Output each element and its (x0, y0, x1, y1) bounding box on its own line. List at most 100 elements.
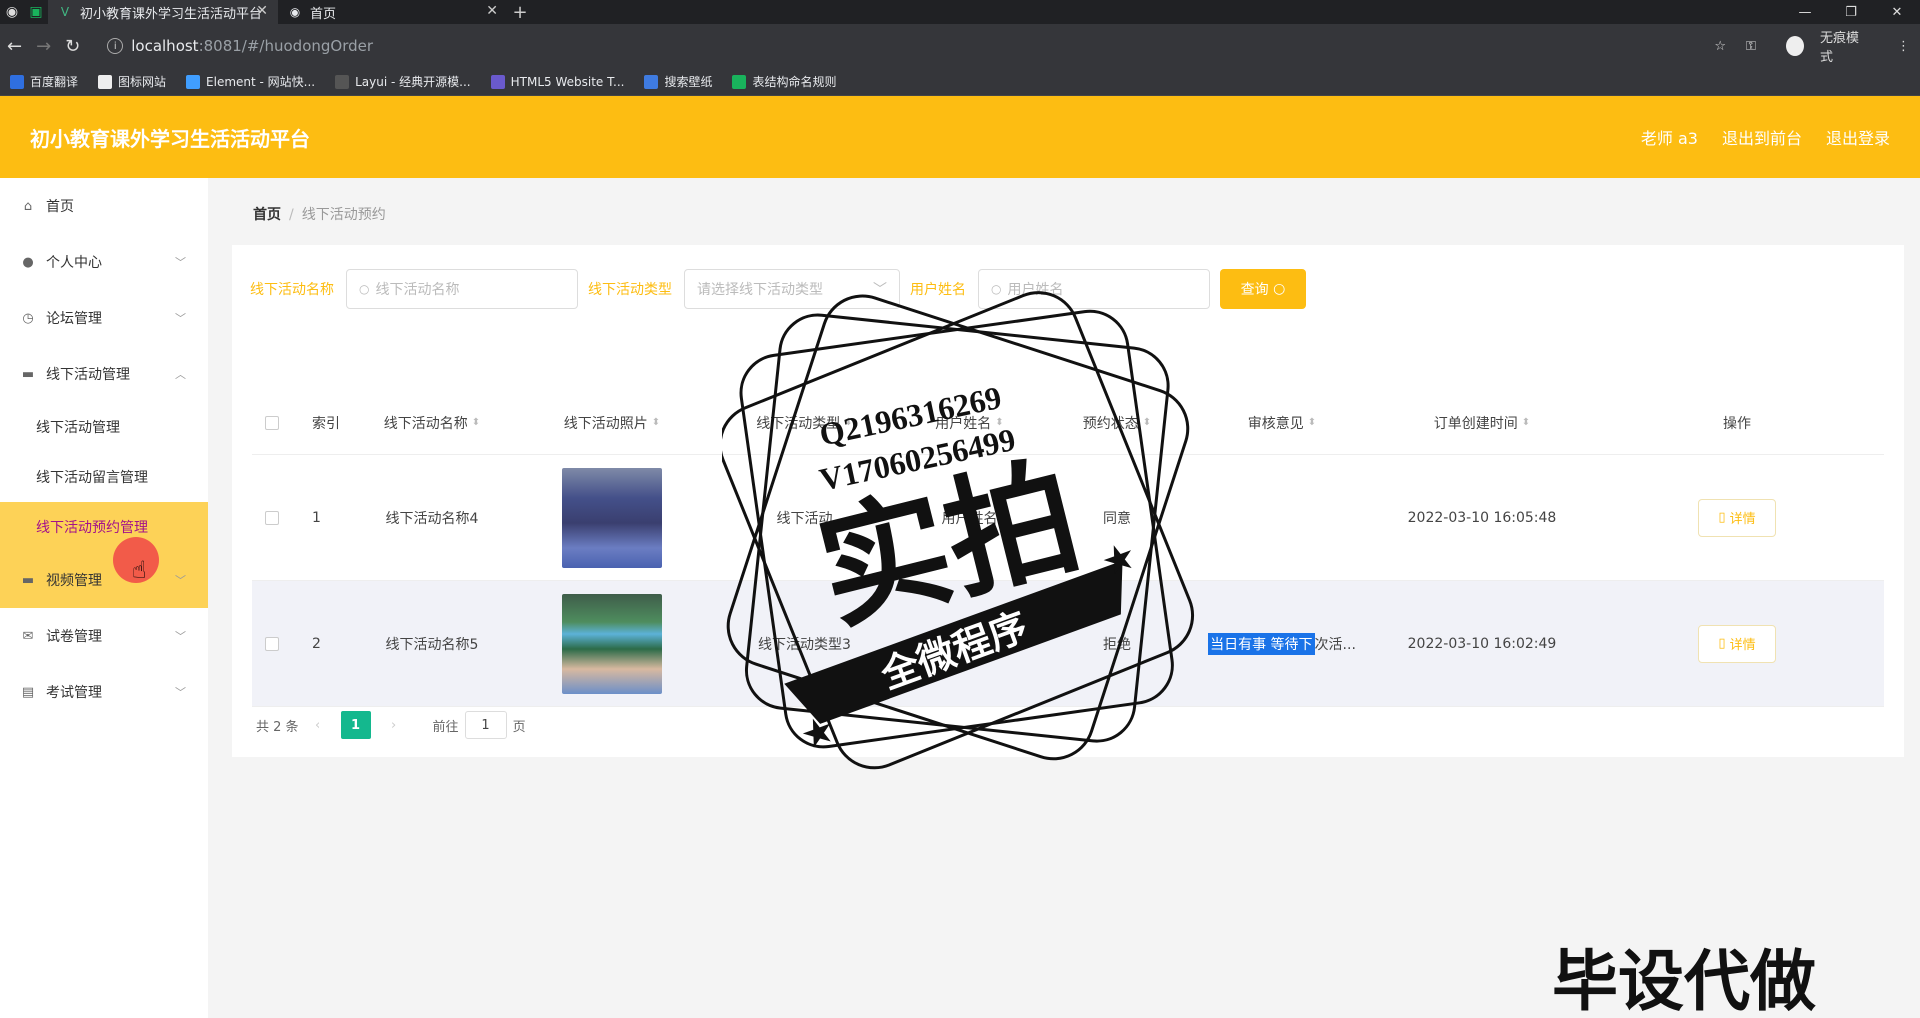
reload-icon[interactable]: ↻ (58, 36, 87, 57)
green-app-icon[interactable]: ▣ (24, 0, 48, 24)
sidebar-item-profile[interactable]: ● 个人中心 ﹀ (0, 234, 208, 290)
sidebar-item-home[interactable]: ⌂ 首页 (0, 178, 208, 234)
bookmark-item[interactable]: 百度翻译 (10, 73, 78, 90)
col-op: 操作 (1592, 413, 1882, 433)
header-label: 线下活动名称 (383, 415, 468, 432)
logout-link[interactable]: 退出登录 (1826, 125, 1890, 149)
bookmark-item[interactable]: 搜索壁纸 (644, 73, 712, 90)
query-button[interactable]: 查询 ○ (1220, 269, 1306, 309)
corner-watermark-text: 毕设代做 (1552, 943, 1816, 1018)
sort-icon[interactable]: ⬍ (1522, 417, 1530, 428)
bookmark-item[interactable]: HTML5 Website T... (490, 74, 625, 89)
col-photo[interactable]: 线下活动照片 ⬍ (512, 413, 712, 433)
sidebar-item-paper[interactable]: ✉ 试卷管理 ﹀ (0, 608, 208, 664)
sidebar-item-offline-activity[interactable]: ▬ 线下活动管理 ︿ (0, 346, 208, 402)
bookmark-item[interactable]: 图标网站 (98, 73, 166, 90)
key-icon[interactable]: ⚿ (1746, 39, 1756, 54)
sidebar-item-forum[interactable]: ◷ 论坛管理 ﹀ (0, 290, 208, 346)
bookmark-item[interactable]: 表结构命名规则 (732, 73, 836, 90)
document-icon: ▯ (1718, 636, 1726, 651)
bookmark-label: HTML5 Website T... (510, 74, 625, 89)
activity-name-placeholder: 线下活动名称 (375, 282, 460, 298)
close-tab-icon[interactable]: ✕ (486, 3, 498, 19)
header-label: 订单创建时间 (1433, 415, 1518, 432)
detail-button[interactable]: ▯ 详情 (1698, 498, 1776, 537)
breadcrumb-current: 线下活动预约 (301, 207, 386, 223)
address-bar: ← → ↻ i localhost:8081/#/huodongOrder ☆ … (0, 24, 1920, 68)
activity-photo[interactable] (562, 467, 662, 568)
activity-name-input[interactable]: ○ 线下活动名称 (346, 269, 578, 309)
user-icon: ● (22, 254, 34, 270)
sidebar-item-exam[interactable]: ▤ 考试管理 ﹀ (0, 664, 208, 720)
new-tab-icon[interactable]: + (508, 2, 532, 23)
select-all-checkbox[interactable] (265, 415, 279, 430)
col-time[interactable]: 订单创建时间 ⬍ (1372, 413, 1592, 433)
sidebar-subitem-activity-comment[interactable]: 线下活动留言管理 (0, 452, 208, 502)
bookmark-label: Element - 网站快... (206, 75, 316, 89)
sidebar-item-label: 考试管理 (46, 685, 102, 701)
forward-icon[interactable]: → (29, 36, 58, 57)
incognito-indicator[interactable]: 无痕模式 (1776, 27, 1877, 65)
back-icon[interactable]: ← (0, 36, 29, 57)
sidebar-item-video[interactable]: ▬ 视频管理 ﹀ (0, 552, 208, 608)
bookmark-label: 百度翻译 (30, 75, 79, 89)
bookmark-item[interactable]: Element - 网站快... (186, 73, 315, 90)
browser-tab-home[interactable]: ◉ 首页 ✕ (278, 0, 508, 24)
close-window-icon[interactable]: ✕ (1874, 0, 1920, 24)
bookmarks-bar: 百度翻译 图标网站 Element - 网站快... Layui - 经典开源模… (0, 68, 1920, 96)
col-name[interactable]: 线下活动名称 ⬍ (352, 413, 512, 433)
goto-page-input[interactable]: 1 (464, 711, 507, 739)
col-review[interactable]: 审核意见 ⬍ (1192, 413, 1372, 433)
cell-index: 2 (312, 635, 321, 652)
incognito-label: 无痕模式 (1819, 31, 1859, 65)
element-icon (186, 74, 201, 89)
html5-icon (490, 74, 505, 89)
sidebar-item-label: 线下活动管理 (46, 367, 130, 383)
detail-label: 详情 (1729, 512, 1756, 527)
url-path: :8081/#/huodongOrder (198, 37, 374, 55)
vue-logo-icon: V (60, 5, 70, 19)
url-input[interactable]: i localhost:8081/#/huodongOrder (95, 31, 1704, 61)
bookmark-label: 图标网站 (118, 75, 167, 89)
cell-index: 1 (312, 509, 321, 526)
restore-icon[interactable]: ❐ (1828, 0, 1874, 24)
window-controls: — ❐ ✕ (1782, 0, 1920, 24)
layui-icon (335, 74, 350, 89)
minimize-icon[interactable]: — (1782, 0, 1828, 24)
sort-icon[interactable]: ⬍ (472, 417, 480, 428)
chevron-up-icon: ︿ (175, 368, 186, 381)
page-number[interactable]: 1 (340, 711, 371, 739)
info-icon[interactable]: i (107, 38, 124, 54)
close-tab-icon[interactable]: ✕ (256, 3, 268, 19)
sidebar-subitem-activity-manage[interactable]: 线下活动管理 (0, 402, 208, 452)
chevron-down-icon: ﹀ (175, 256, 186, 269)
browser-tab-active[interactable]: V 初小教育课外学习生活活动平台 ✕ (48, 0, 278, 24)
row-checkbox[interactable] (265, 510, 279, 525)
globe-icon[interactable]: ◉ (0, 0, 24, 24)
bookmark-item[interactable]: Layui - 经典开源模... (335, 73, 471, 90)
sort-icon[interactable]: ⬍ (1308, 417, 1316, 428)
star-icon[interactable]: ☆ (1714, 39, 1726, 54)
sidebar-item-label: 首页 (46, 199, 74, 215)
current-user: 老师 a3 (1640, 129, 1698, 148)
sidebar-subitem-activity-booking[interactable]: 线下活动预约管理 (0, 502, 208, 552)
watermark-stamp: Q2196316269 V17060256499 实拍 全微程序 ★ ★ (722, 291, 1195, 770)
bookmark-label: 搜索壁纸 (664, 75, 713, 89)
bookmark-label: Layui - 经典开源模... (355, 75, 471, 89)
row-checkbox[interactable] (265, 636, 279, 651)
sort-icon[interactable]: ⬍ (652, 417, 660, 428)
breadcrumb-home[interactable]: 首页 (253, 207, 281, 223)
menu-dots-icon[interactable]: ⋮ (1897, 39, 1910, 54)
review-rest-text: 次活... (1314, 636, 1356, 653)
back-to-front-link[interactable]: 退出到前台 (1722, 125, 1802, 149)
prev-page-icon[interactable]: ‹ (303, 711, 333, 739)
next-page-icon[interactable]: › (379, 711, 409, 739)
detail-button[interactable]: ▯ 详情 (1698, 624, 1776, 663)
translate-icon (10, 74, 24, 89)
header-label: 操作 (1723, 415, 1751, 432)
sidebar-item-label: 个人中心 (46, 255, 102, 271)
activity-photo[interactable] (562, 593, 662, 694)
wallpaper-icon (644, 74, 659, 89)
tab-title: 初小教育课外学习生活活动平台 (80, 6, 263, 22)
query-label: 查询 (1240, 282, 1269, 298)
